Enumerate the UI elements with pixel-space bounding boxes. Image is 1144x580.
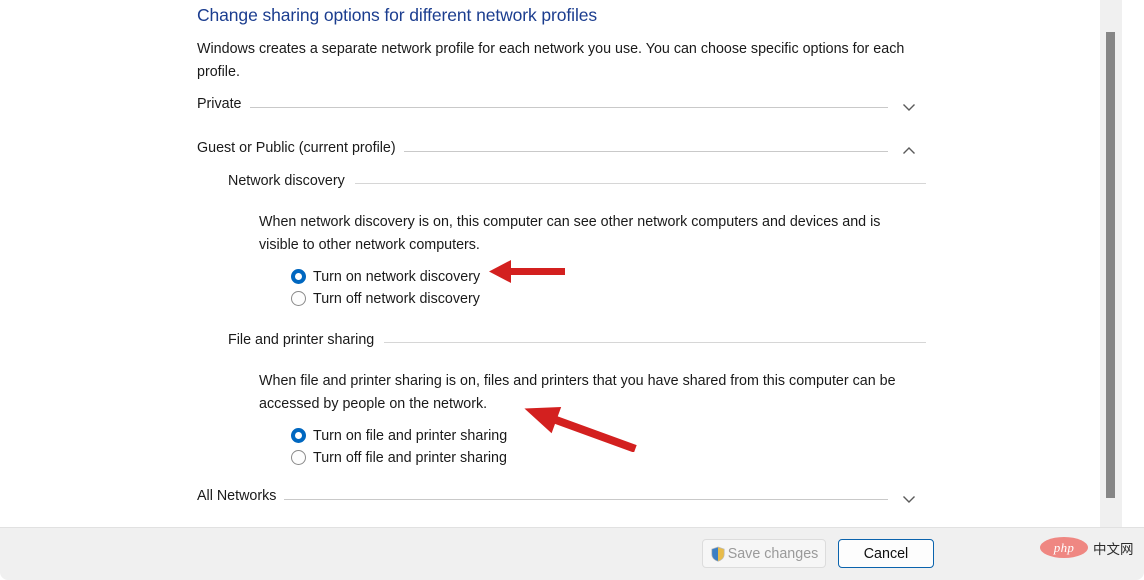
profile-label-guest-or-public: Guest or Public (current profile) bbox=[197, 140, 404, 156]
subsection-header-network-discovery: Network discovery bbox=[228, 173, 926, 193]
cancel-button[interactable]: Cancel bbox=[838, 539, 934, 568]
profile-section-guest-or-public[interactable]: Guest or Public (current profile) bbox=[197, 140, 922, 162]
profile-divider-private bbox=[197, 107, 888, 108]
profile-divider-all-networks bbox=[197, 499, 888, 500]
radio-indicator-off[interactable] bbox=[291, 450, 306, 465]
page-title: Change sharing options for different net… bbox=[197, 5, 598, 25]
dialog-footer bbox=[0, 527, 1144, 580]
subsection-title-network-discovery: Network discovery bbox=[228, 173, 355, 189]
radio-turn-off-file-printer-sharing[interactable]: Turn off file and printer sharing bbox=[291, 447, 507, 468]
radio-label-turn-on-network-discovery: Turn on network discovery bbox=[313, 268, 481, 285]
subsection-header-file-printer-sharing: File and printer sharing bbox=[228, 332, 926, 352]
profile-label-all-networks: All Networks bbox=[197, 488, 285, 504]
scrollbar-thumb[interactable] bbox=[1106, 32, 1115, 498]
annotation-arrow-network-discovery bbox=[487, 255, 565, 294]
network-sharing-settings-window: Change sharing options for different net… bbox=[0, 0, 1144, 580]
profile-section-all-networks[interactable]: All Networks bbox=[197, 488, 922, 510]
radio-label-turn-off-file-printer-sharing: Turn off file and printer sharing bbox=[313, 449, 507, 466]
page-description: Windows creates a separate network profi… bbox=[197, 41, 905, 80]
subsection-description-network-discovery: When network discovery is on, this compu… bbox=[259, 214, 881, 253]
save-changes-button[interactable]: Save changes bbox=[702, 539, 826, 568]
save-changes-label: Save changes bbox=[727, 545, 819, 562]
chevron-down-icon[interactable] bbox=[898, 488, 920, 510]
php-logo-badge: php bbox=[1040, 537, 1088, 558]
radio-group-file-printer-sharing: Turn on file and printer sharing Turn of… bbox=[291, 425, 507, 469]
watermark-text: 中文网 bbox=[1093, 541, 1134, 558]
radio-label-turn-off-network-discovery: Turn off network discovery bbox=[313, 290, 480, 307]
vertical-scrollbar[interactable] bbox=[1100, 0, 1122, 527]
radio-label-turn-on-file-printer-sharing: Turn on file and printer sharing bbox=[313, 427, 508, 444]
radio-indicator-on[interactable] bbox=[291, 269, 306, 284]
settings-scroll-content: Change sharing options for different net… bbox=[0, 0, 1122, 527]
radio-indicator-off[interactable] bbox=[291, 291, 306, 306]
cancel-label: Cancel bbox=[863, 545, 909, 562]
watermark: php 中文网 bbox=[1040, 537, 1134, 558]
radio-turn-on-file-printer-sharing[interactable]: Turn on file and printer sharing bbox=[291, 425, 507, 446]
radio-turn-off-network-discovery[interactable]: Turn off network discovery bbox=[291, 288, 480, 309]
uac-shield-icon bbox=[710, 546, 726, 562]
radio-group-network-discovery: Turn on network discovery Turn off netwo… bbox=[291, 266, 480, 310]
chevron-down-icon[interactable] bbox=[898, 96, 920, 118]
profile-label-private: Private bbox=[197, 96, 250, 112]
profile-section-private[interactable]: Private bbox=[197, 96, 922, 118]
subsection-description-file-printer-sharing: When file and printer sharing is on, fil… bbox=[259, 373, 896, 412]
radio-indicator-on[interactable] bbox=[291, 428, 306, 443]
radio-turn-on-network-discovery[interactable]: Turn on network discovery bbox=[291, 266, 480, 287]
subsection-title-file-printer-sharing: File and printer sharing bbox=[228, 332, 385, 348]
chevron-up-icon[interactable] bbox=[898, 140, 920, 162]
